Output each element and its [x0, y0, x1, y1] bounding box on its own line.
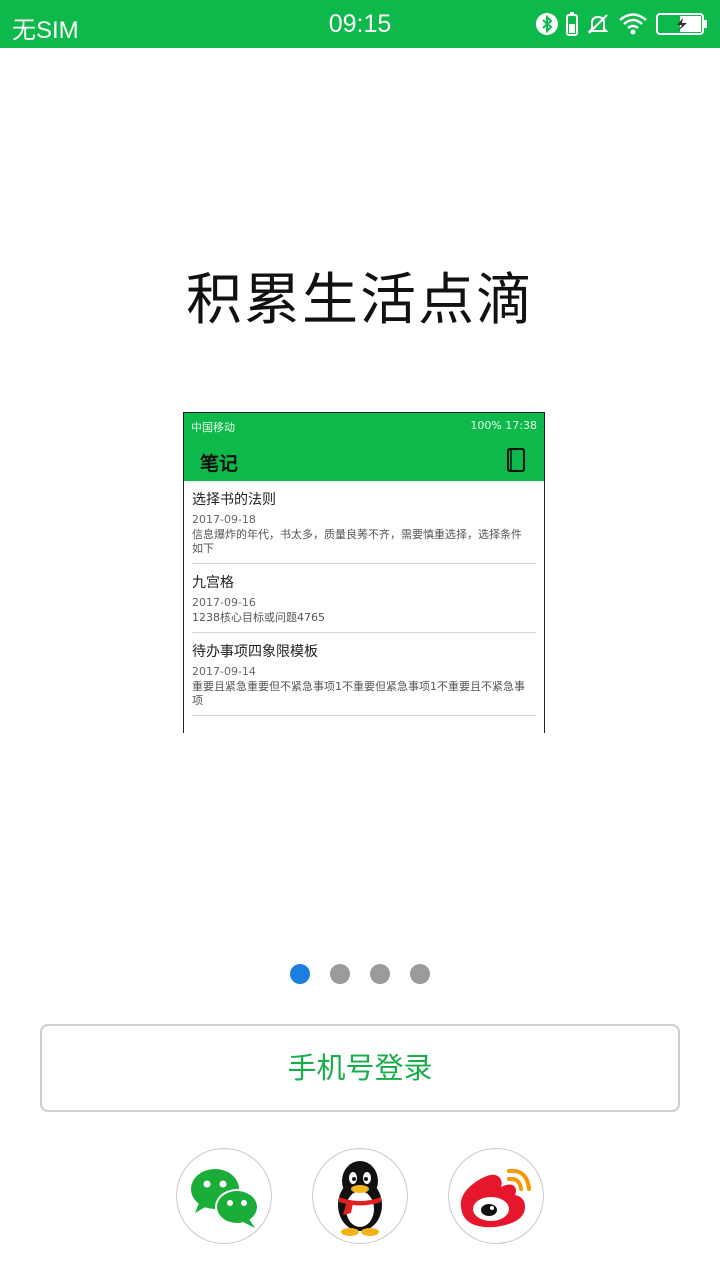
preview-carrier: 中国移动 [191, 421, 235, 434]
wechat-login-button[interactable] [176, 1148, 272, 1244]
bluetooth-icon [536, 12, 558, 36]
page-indicator [0, 964, 720, 984]
list-item: 待办事项四象限模板 2017-09-14 重要且紧急重要但不紧急事项1不重要但紧… [192, 633, 536, 716]
qq-login-button[interactable] [312, 1148, 408, 1244]
app-preview-screenshot: 中国移动 100% 17:38 笔记 选择书的法则 2017-09-18 信息爆… [183, 412, 545, 733]
preview-app-bar: 笔记 [184, 438, 544, 481]
wifi-icon [618, 12, 648, 36]
preview-note-list: 选择书的法则 2017-09-18 信息爆炸的年代，书太多，质量良莠不齐，需要慎… [184, 481, 544, 716]
weibo-login-button[interactable] [448, 1148, 544, 1244]
status-icons [536, 10, 708, 38]
preview-status-bar: 中国移动 100% 17:38 [184, 413, 544, 438]
list-item: 选择书的法则 2017-09-18 信息爆炸的年代，书太多，质量良莠不齐，需要慎… [192, 481, 536, 564]
note-body: 1238核心目标或问题4765 [192, 611, 325, 624]
notebook-icon [506, 447, 526, 477]
note-date: 2017-09-18 [192, 513, 256, 526]
wechat-icon [177, 1149, 271, 1243]
page-dot[interactable] [410, 964, 430, 984]
mute-icon [586, 12, 610, 36]
onboarding-headline: 积累生活点滴 [186, 268, 534, 333]
note-title: 九宫格 [192, 575, 234, 591]
preview-clock: 100% 17:38 [470, 419, 537, 432]
note-date: 2017-09-14 [192, 665, 256, 678]
weibo-icon [449, 1149, 543, 1243]
battery-charging-icon [656, 12, 708, 36]
note-body: 信息爆炸的年代，书太多，质量良莠不齐，需要慎重选择，选择条件如下 [192, 528, 522, 555]
page-dot-active[interactable] [290, 964, 310, 984]
note-title: 选择书的法则 [192, 492, 276, 508]
note-title: 待办事项四象限模板 [192, 644, 318, 660]
preview-app-title: 笔记 [200, 453, 239, 475]
note-body: 重要且紧急重要但不紧急事项1不重要但紧急事项1不重要且不紧急事项 [192, 680, 525, 707]
status-bar: 无SIM 09:15 [0, 0, 720, 48]
page-dot[interactable] [370, 964, 390, 984]
page-dot[interactable] [330, 964, 350, 984]
battery-small-icon [566, 12, 578, 36]
phone-login-button[interactable]: 手机号登录 [40, 1024, 680, 1112]
note-date: 2017-09-16 [192, 596, 256, 609]
list-item: 九宫格 2017-09-16 1238核心目标或问题4765 [192, 564, 536, 633]
qq-icon [313, 1149, 407, 1243]
